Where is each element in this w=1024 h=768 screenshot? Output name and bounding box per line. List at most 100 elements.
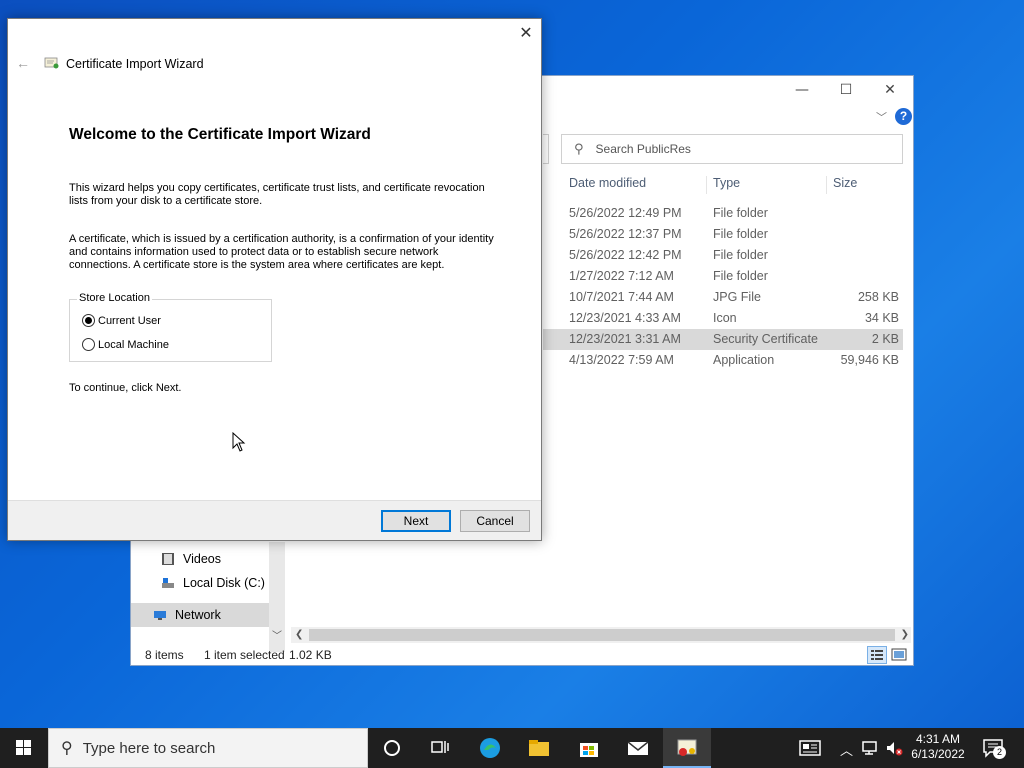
certificate-app-icon xyxy=(677,739,697,756)
large-icons-view-icon[interactable] xyxy=(891,647,907,663)
file-date: 1/27/2022 7:12 AM xyxy=(569,269,674,283)
file-row[interactable]: 5/26/2022 12:42 PM File folder xyxy=(543,245,903,266)
dialog-footer: Next Cancel xyxy=(8,500,541,540)
file-row[interactable]: 5/26/2022 12:37 PM File folder xyxy=(543,224,903,245)
file-row[interactable]: 4/13/2022 7:59 AM Application 59,946 KB xyxy=(543,350,903,371)
description-line: connections. A certificate store is the … xyxy=(69,259,445,271)
radio-local-machine[interactable]: Local Machine xyxy=(82,338,169,351)
network-tray-icon[interactable] xyxy=(860,738,880,758)
nav-label: Network xyxy=(175,608,221,622)
edge-browser-icon[interactable] xyxy=(478,736,502,760)
certificate-import-wizard-dialog: ✕ ← Certificate Import Wizard Welcome to… xyxy=(7,18,542,541)
radio-current-user[interactable]: Current User xyxy=(82,314,161,327)
minimize-button[interactable]: — xyxy=(779,76,825,104)
search-placeholder: Search PublicRes xyxy=(595,142,691,156)
start-button[interactable] xyxy=(0,728,48,768)
file-date: 4/13/2022 7:59 AM xyxy=(569,353,674,367)
video-icon xyxy=(162,553,174,565)
maximize-button[interactable]: ☐ xyxy=(823,76,869,104)
network-icon xyxy=(154,611,166,620)
details-view-icon xyxy=(871,650,883,660)
nav-label: Videos xyxy=(183,552,221,566)
chevron-left-icon[interactable]: ❮ xyxy=(295,627,303,643)
file-date: 5/26/2022 12:42 PM xyxy=(569,248,682,262)
close-button[interactable]: ✕ xyxy=(516,23,536,43)
nav-item-network[interactable]: Network xyxy=(153,608,221,622)
page-heading: Welcome to the Certificate Import Wizard xyxy=(69,126,371,143)
file-type: File folder xyxy=(713,206,768,220)
file-date: 5/26/2022 12:37 PM xyxy=(569,227,682,241)
dialog-title: Certificate Import Wizard xyxy=(66,57,204,71)
file-row[interactable]: 5/26/2022 12:49 PM File folder xyxy=(543,203,903,224)
search-input[interactable]: ⚲ Search PublicRes xyxy=(561,134,903,164)
task-view-icon[interactable] xyxy=(428,736,452,760)
details-view-button[interactable] xyxy=(867,646,887,664)
taskbar-search-placeholder: Type here to search xyxy=(82,739,216,757)
file-type: Security Certificate xyxy=(713,332,818,346)
file-size: 258 KB xyxy=(857,290,899,304)
taskbar-search-input[interactable]: ⚲ Type here to search xyxy=(48,728,368,768)
item-count: 8 items xyxy=(145,648,184,662)
nav-item-videos[interactable]: Videos xyxy=(161,552,221,566)
file-type: File folder xyxy=(713,269,768,283)
radio-button[interactable] xyxy=(82,338,95,351)
search-icon: ⚲ xyxy=(61,740,73,757)
windows-logo-icon xyxy=(16,740,31,755)
description-paragraph: A certificate, which is issued by a cert… xyxy=(69,233,509,272)
next-button[interactable]: Next xyxy=(381,510,451,532)
chevron-down-icon[interactable]: ﹀ xyxy=(272,627,282,642)
file-type: File folder xyxy=(713,248,768,262)
file-row-selected[interactable]: 12/23/2021 3:31 AM Security Certificate … xyxy=(543,329,903,350)
taskbar: ⚲ Type here to search ︿ 4:31 AM 6/13/202… xyxy=(0,728,1024,768)
system-clock[interactable]: 4:31 AM 6/13/2022 xyxy=(900,732,976,762)
taskbar-active-certificate-app[interactable] xyxy=(663,728,711,768)
cancel-button[interactable]: Cancel xyxy=(460,510,530,532)
selection-size: 1.02 KB xyxy=(289,648,332,662)
nav-item-local-disk[interactable]: Local Disk (C:) xyxy=(161,576,265,590)
close-button[interactable]: ✕ xyxy=(867,76,913,104)
drive-icon xyxy=(162,578,174,588)
chevron-right-icon[interactable]: ❯ xyxy=(901,627,909,643)
file-row[interactable]: 1/27/2022 7:12 AM File folder xyxy=(543,266,903,287)
description-line: and contains information used to protect… xyxy=(69,246,439,258)
file-size: 34 KB xyxy=(864,311,899,325)
intro-line: lists from your disk to a certificate st… xyxy=(69,195,263,207)
file-explorer-icon[interactable] xyxy=(527,736,551,760)
show-hidden-icons-chevron-icon[interactable]: ︿ xyxy=(840,740,853,759)
column-header-date[interactable]: Date modified xyxy=(561,176,707,194)
store-location-label: Store Location xyxy=(77,292,152,304)
news-widget-icon[interactable] xyxy=(798,736,822,760)
column-header-type[interactable]: Type xyxy=(705,176,827,194)
search-icon: ⚲ xyxy=(574,141,584,156)
clock-time: 4:31 AM xyxy=(915,732,961,746)
chevron-down-icon[interactable]: ﹀ xyxy=(876,109,887,125)
file-type: File folder xyxy=(713,227,768,241)
certificate-icon xyxy=(44,57,59,69)
file-date: 12/23/2021 3:31 AM xyxy=(569,332,681,346)
file-size: 2 KB xyxy=(871,332,899,346)
address-bar[interactable] xyxy=(543,134,549,164)
radio-label: Current User xyxy=(98,314,161,327)
continue-instruction: To continue, click Next. xyxy=(69,382,182,394)
radio-label: Local Machine xyxy=(98,338,169,351)
horizontal-scrollbar[interactable]: ❮ ❯ xyxy=(291,627,911,643)
back-arrow-icon[interactable]: ← xyxy=(16,55,30,71)
status-bar: 8 items 1 item selected 1.02 KB xyxy=(131,644,913,666)
nav-label: Local Disk (C:) xyxy=(183,576,265,590)
microsoft-store-icon[interactable] xyxy=(577,736,601,760)
store-location-group: Store Location Current User Local Machin… xyxy=(69,292,272,362)
column-header-size[interactable]: Size xyxy=(825,176,905,194)
mail-icon[interactable] xyxy=(626,736,650,760)
help-icon[interactable]: ? xyxy=(895,108,912,125)
intro-paragraph: This wizard helps you copy certificates,… xyxy=(69,182,509,208)
file-size: 59,946 KB xyxy=(840,353,899,367)
file-type: Application xyxy=(713,353,775,367)
scrollbar-thumb[interactable] xyxy=(309,629,895,641)
file-row[interactable]: 12/23/2021 4:33 AM Icon 34 KB xyxy=(543,308,903,329)
file-date: 12/23/2021 4:33 AM xyxy=(569,311,681,325)
cortana-icon[interactable] xyxy=(380,736,404,760)
radio-button-selected[interactable] xyxy=(82,314,95,327)
file-row[interactable]: 10/7/2021 7:44 AM JPG File 258 KB xyxy=(543,287,903,308)
mouse-cursor-icon xyxy=(232,432,246,452)
clock-date: 6/13/2022 xyxy=(911,747,965,761)
